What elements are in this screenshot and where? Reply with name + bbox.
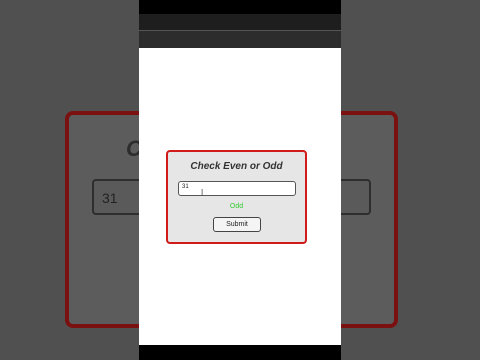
submit-button[interactable]: Submit — [213, 217, 261, 232]
navigation-bar — [139, 345, 341, 360]
card-title: Check Even or Odd — [190, 161, 283, 172]
text-cursor-icon: I — [201, 188, 204, 197]
browser-address-bar — [139, 30, 341, 48]
status-bar — [139, 0, 341, 14]
result-text: Odd — [229, 203, 244, 210]
even-odd-card: Check Even or Odd 31 I Odd Submit — [166, 150, 307, 244]
number-input[interactable]: 31 — [178, 181, 296, 196]
phone-screen: Check Even or Odd 31 I Odd Submit — [139, 0, 341, 360]
browser-toolbar — [139, 14, 341, 30]
